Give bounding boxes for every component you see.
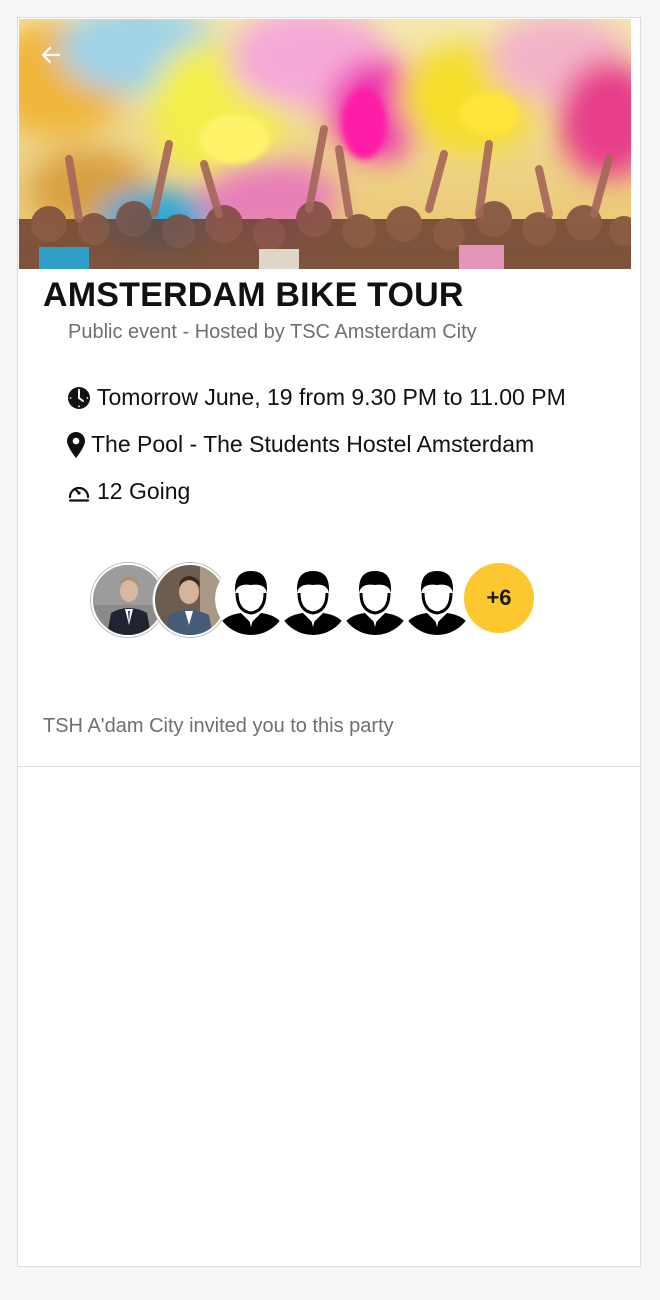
event-location-row[interactable]: The Pool - The Students Hostel Amsterdam: [66, 431, 534, 458]
event-going-text: 12 Going: [97, 478, 191, 504]
invite-message: TSH A'dam City invited you to this party: [43, 715, 394, 737]
event-time-text: Tomorrow June, 19 from 9.30 PM to 11.00 …: [97, 384, 566, 410]
event-card: AMSTERDAM BIKE TOUR Public event - Hoste…: [17, 17, 641, 1267]
attendee-avatar[interactable]: [401, 563, 473, 635]
section-divider: [18, 766, 640, 767]
event-time-row: Tomorrow June, 19 from 9.30 PM to 11.00 …: [66, 384, 566, 411]
map-pin-icon: [66, 431, 86, 458]
more-attendees-badge[interactable]: +6: [464, 563, 534, 633]
event-cover-image: [19, 19, 631, 269]
arrow-left-icon: [41, 46, 61, 64]
gauge-icon: [66, 479, 92, 505]
clock-icon: [66, 385, 92, 411]
event-going-row[interactable]: 12 Going: [66, 478, 190, 505]
back-button[interactable]: [37, 41, 65, 69]
event-subtitle: Public event - Hosted by TSC Amsterdam C…: [68, 321, 477, 343]
event-title: AMSTERDAM BIKE TOUR: [43, 276, 464, 314]
event-location-text: The Pool - The Students Hostel Amsterdam: [91, 431, 535, 457]
